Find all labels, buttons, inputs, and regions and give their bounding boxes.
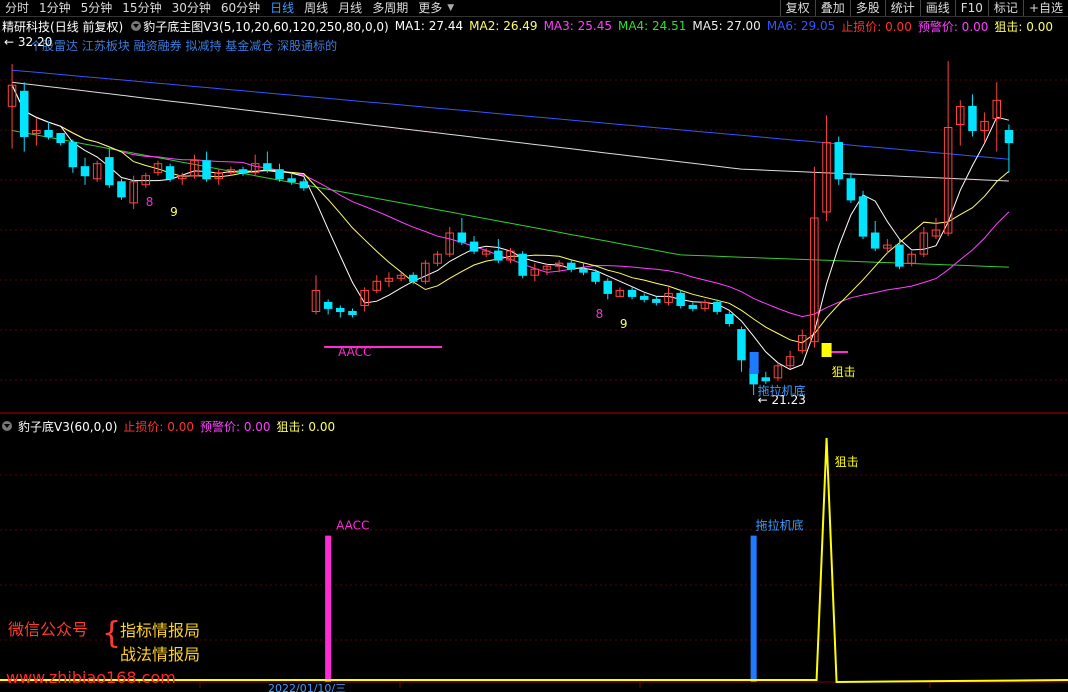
candle-down xyxy=(287,178,296,183)
sub-block-price: 狙击: 0.00 xyxy=(276,419,336,434)
candle-down xyxy=(117,181,126,198)
candle-down xyxy=(640,295,649,300)
candle-down xyxy=(202,160,211,180)
candle-down xyxy=(895,244,904,267)
sub-warn-price: 预警价: 0.00 xyxy=(199,419,271,434)
sub-indicator-name[interactable]: 豹子底V3(60,0,0) xyxy=(18,418,117,435)
candle-down xyxy=(494,250,503,261)
indicator-info-bar: 豹子底V3(60,0,0) 止损价: 0.00 预警价: 0.00 狙击: 0.… xyxy=(0,418,341,434)
price-chart[interactable]: ← 32.20← 21.23AACC拖拉机底狙击8989 AACC 拖拉机底狙击2… xyxy=(0,0,1068,692)
juji-bar xyxy=(821,343,832,357)
dropdown-icon[interactable] xyxy=(2,421,12,431)
tuola-bar xyxy=(749,352,759,374)
candle-down xyxy=(299,181,309,189)
candle-down xyxy=(336,308,345,312)
tuola-label: 拖拉机底 xyxy=(758,383,806,398)
candle-down xyxy=(737,329,746,361)
watermark-url: www.zhibiao168.com xyxy=(6,668,176,687)
high-price-label: ← 32.20 xyxy=(4,35,52,49)
candle-down xyxy=(263,163,272,171)
candle-down xyxy=(591,271,600,282)
watermark-line1: 指标情报局 xyxy=(120,621,201,640)
candle-down xyxy=(603,280,612,294)
count-8-label: 8 xyxy=(596,307,604,321)
candle-down xyxy=(846,178,856,201)
candle-down xyxy=(238,169,248,174)
candle-down xyxy=(712,301,722,312)
candle-down xyxy=(761,377,770,382)
candle-down xyxy=(567,262,576,270)
watermark-line2: 战法情报局 xyxy=(120,645,201,664)
candle-down xyxy=(44,130,53,137)
count-9-label: 9 xyxy=(620,317,628,331)
candle-down xyxy=(627,289,637,297)
candle-down xyxy=(688,304,698,309)
watermark-wechat: 微信公众号 xyxy=(8,620,89,639)
candle-down xyxy=(348,311,357,315)
candle-down xyxy=(323,301,333,309)
axis-date-label: 2022/01/10/三 xyxy=(268,682,346,692)
candle-down xyxy=(579,268,588,273)
candle-down xyxy=(80,166,90,177)
candle-down xyxy=(676,292,685,306)
candle-down xyxy=(105,157,114,186)
candle-down xyxy=(469,241,479,252)
lower-tuola-label: 拖拉机底 xyxy=(756,518,804,533)
sub-stop-price: 止损价: 0.00 xyxy=(123,419,194,434)
juji-label: 狙击 xyxy=(832,365,856,379)
candle-down xyxy=(968,105,977,132)
candle-down xyxy=(858,196,868,237)
candle-down xyxy=(1004,130,1014,144)
ma6-line xyxy=(12,69,1009,160)
lower-juji-label: 狙击 xyxy=(835,455,859,469)
candle-down xyxy=(409,274,418,282)
candle-down xyxy=(68,142,78,168)
count-8-label: 8 xyxy=(146,195,154,209)
candle-down xyxy=(652,298,661,303)
tuola-signal-bar xyxy=(750,535,757,682)
aacc-label: AACC xyxy=(338,345,371,359)
candle-down xyxy=(20,90,29,138)
candle-down xyxy=(56,133,65,143)
candle-down xyxy=(518,253,527,276)
candle-down xyxy=(725,314,734,324)
lower-aacc-label: AACC xyxy=(336,519,369,533)
candle-down xyxy=(870,232,880,249)
candle-down xyxy=(165,166,175,180)
candle-down xyxy=(457,232,467,243)
candle-down xyxy=(275,169,284,180)
candle-down xyxy=(834,142,843,180)
count-9-label: 9 xyxy=(170,205,178,219)
watermark-brace: { xyxy=(102,616,122,651)
aacc-signal-bar xyxy=(325,535,332,682)
